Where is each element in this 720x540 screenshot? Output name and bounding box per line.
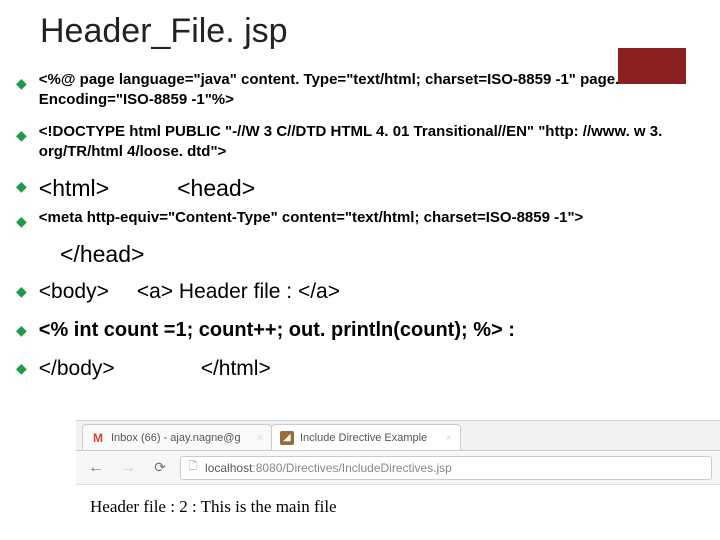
bullet-item: ◆ <% int count =1; count++; out. println… [16, 317, 702, 344]
address-path: :8080/Directives/IncludeDirectives.jsp [252, 461, 451, 475]
bullet-text: </body> </html> [39, 355, 702, 383]
bullet-marker-icon: ◆ [16, 178, 27, 195]
bullet-item: ◆ <!DOCTYPE html PUBLIC "-//W 3 C//DTD H… [16, 122, 702, 163]
bullet-text: <% int count =1; count++; out. println(c… [39, 317, 702, 344]
browser-tabbar: M Inbox (66) - ajay.nagne@g × ◢ Include … [76, 421, 720, 451]
code-body-close: </body> [39, 357, 115, 380]
bullet-list: ◆ <%@ page language="java" content. Type… [16, 70, 702, 395]
code-head-close: </head> [60, 241, 702, 268]
address-host: localhost [205, 461, 252, 475]
page-text: Header file : 2 : This is the main file [90, 497, 337, 516]
bullet-marker-icon: ◆ [16, 75, 27, 92]
address-bar[interactable]: 🗋 localhost:8080/Directives/IncludeDirec… [180, 456, 712, 480]
bullet-marker-icon: ◆ [16, 322, 27, 339]
close-icon[interactable]: × [446, 432, 452, 444]
bullet-text: <meta http-equiv="Content-Type" content=… [39, 208, 702, 228]
bullet-text: <body> <a> Header file : </a> [39, 278, 702, 306]
reload-button[interactable]: ⟳ [148, 456, 172, 480]
bullet-marker-icon: ◆ [16, 283, 27, 300]
bullet-item: ◆ <%@ page language="java" content. Type… [16, 70, 702, 111]
browser-toolbar: ← → ⟳ 🗋 localhost:8080/Directives/Includ… [76, 451, 720, 485]
tab-label: Include Directive Example [300, 432, 427, 444]
bullet-item: ◆ <body> <a> Header file : </a> [16, 278, 702, 306]
page-title: Header_File. jsp [40, 12, 288, 51]
forward-button[interactable]: → [116, 456, 140, 480]
bullet-item: ◆ <html> <head> [16, 173, 702, 204]
browser-window: M Inbox (66) - ajay.nagne@g × ◢ Include … [76, 420, 720, 540]
gmail-icon: M [91, 431, 105, 445]
code-html-open: <html> [39, 175, 109, 201]
code-body-open: <body> [39, 280, 109, 303]
bullet-marker-icon: ◆ [16, 360, 27, 377]
back-button[interactable]: ← [84, 456, 108, 480]
code-html-close: </html> [201, 357, 271, 380]
file-icon: 🗋 [189, 459, 197, 476]
close-icon[interactable]: × [257, 432, 263, 444]
bullet-text: <html> <head> [39, 173, 702, 204]
bullet-text: <!DOCTYPE html PUBLIC "-//W 3 C//DTD HTM… [39, 122, 702, 163]
address-text: localhost:8080/Directives/IncludeDirecti… [205, 461, 452, 475]
browser-viewport: Header file : 2 : This is the main file [76, 485, 720, 529]
bullet-item: ◆ </body> </html> [16, 355, 702, 383]
bullet-marker-icon: ◆ [16, 127, 27, 144]
tomcat-icon: ◢ [280, 431, 294, 445]
code-anchor: <a> Header file : </a> [137, 280, 340, 303]
bullet-marker-icon: ◆ [16, 213, 27, 230]
tab-label: Inbox (66) - ajay.nagne@g [111, 432, 241, 444]
code-head-open: <head> [177, 175, 255, 201]
browser-tab[interactable]: M Inbox (66) - ajay.nagne@g × [82, 424, 272, 450]
bullet-text: <%@ page language="java" content. Type="… [39, 70, 702, 111]
browser-tab[interactable]: ◢ Include Directive Example × [271, 424, 461, 450]
bullet-item: ◆ <meta http-equiv="Content-Type" conten… [16, 208, 702, 230]
